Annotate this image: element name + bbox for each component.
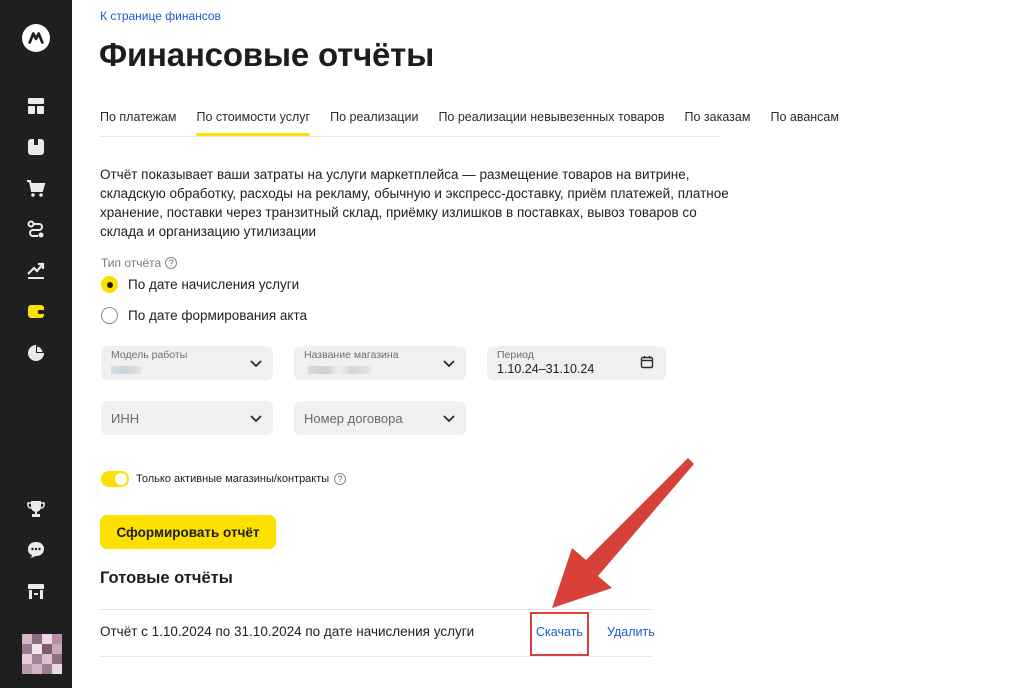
market-logo-icon[interactable] [22, 24, 50, 52]
cart-icon[interactable] [25, 177, 47, 199]
box-icon[interactable] [25, 136, 47, 158]
contract-select[interactable]: Номер договора [294, 401, 466, 435]
breadcrumb[interactable]: К странице финансов [100, 9, 221, 23]
tabs: По платежам По стоимости услуг По реализ… [100, 110, 859, 136]
ready-reports-title: Готовые отчёты [100, 569, 233, 587]
trophy-icon[interactable] [25, 498, 47, 520]
report-row-title: Отчёт с 1.10.2024 по 31.10.2024 по дате … [100, 624, 475, 639]
tab-advances[interactable]: По авансам [770, 110, 839, 136]
report-type-label: Тип отчёта ? [101, 256, 178, 270]
radio-unchecked-icon[interactable] [101, 307, 118, 324]
radio-act-date[interactable]: По дате формирования акта [101, 307, 307, 324]
toggle-label: Только активные магазины/контракты [136, 473, 330, 485]
active-only-toggle[interactable] [101, 471, 129, 487]
calendar-icon[interactable] [640, 355, 654, 369]
chevron-down-icon [250, 360, 262, 368]
tab-sales[interactable]: По реализации [330, 110, 418, 136]
help-icon[interactable]: ? [165, 257, 178, 269]
chevron-down-icon [443, 360, 455, 368]
pie-chart-icon[interactable] [25, 342, 47, 364]
field-label: Модель работы [111, 349, 188, 361]
store-icon[interactable] [25, 580, 47, 602]
delete-link[interactable]: Удалить [607, 625, 655, 639]
radio-accrual-date[interactable]: По дате начисления услуги [101, 276, 299, 293]
tab-unshipped-sales[interactable]: По реализации невывезенных товаров [438, 110, 664, 136]
chat-icon[interactable] [25, 539, 47, 561]
tab-payments[interactable]: По платежам [100, 110, 176, 136]
store-name-select[interactable]: Название магазина [294, 346, 466, 380]
work-model-select[interactable]: Модель работы [101, 346, 273, 380]
wallet-icon[interactable] [25, 300, 47, 322]
report-description: Отчёт показывает ваши затраты на услуги … [100, 167, 729, 239]
tab-service-cost[interactable]: По стоимости услуг [196, 110, 310, 136]
blurred-value [111, 366, 141, 374]
period-field[interactable]: Период 1.10.24–31.10.24 [487, 346, 666, 380]
chevron-down-icon [443, 415, 455, 423]
inn-select[interactable]: ИНН [101, 401, 273, 435]
sidebar [0, 0, 72, 688]
annotation-highlight-box [530, 612, 589, 656]
tab-orders[interactable]: По заказам [685, 110, 751, 136]
chevron-down-icon [250, 415, 262, 423]
divider [100, 656, 653, 657]
radio-checked-icon[interactable] [101, 276, 118, 293]
avatar[interactable] [22, 634, 62, 674]
radio-label: По дате начисления услуги [128, 277, 300, 292]
page-title: Финансовые отчёты [99, 36, 435, 73]
divider [100, 609, 653, 610]
report-type-label-text: Тип отчёта [101, 256, 162, 270]
field-label: Название магазина [304, 349, 399, 361]
help-icon[interactable]: ? [334, 473, 347, 485]
tabs-divider [100, 136, 720, 137]
field-label: Период [497, 349, 534, 361]
dashboard-icon[interactable] [25, 95, 47, 117]
field-placeholder: ИНН [111, 411, 140, 426]
period-value: 1.10.24–31.10.24 [497, 362, 595, 376]
active-only-toggle-row: Только активные магазины/контракты ? [101, 471, 347, 487]
field-placeholder: Номер договора [304, 411, 403, 426]
logistics-icon[interactable] [25, 218, 47, 240]
trend-icon[interactable] [25, 259, 47, 281]
blurred-value [308, 366, 370, 374]
generate-report-button[interactable]: Сформировать отчёт [100, 515, 276, 549]
radio-label: По дате формирования акта [128, 308, 307, 323]
